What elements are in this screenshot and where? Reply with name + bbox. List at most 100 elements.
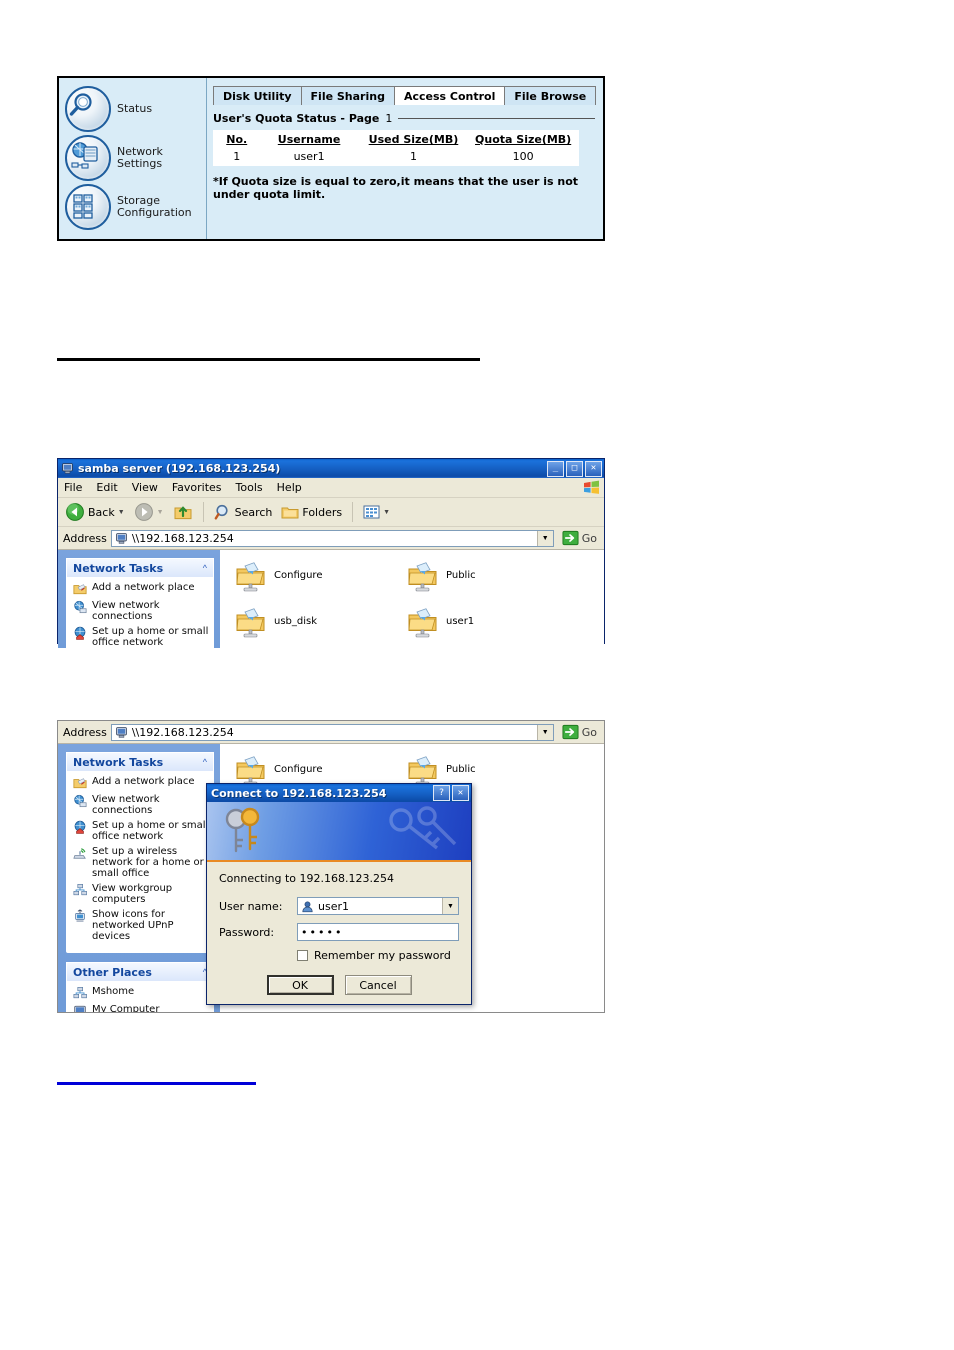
- explorer-task-pane: Network Tasks ^ Add a network place View…: [58, 744, 220, 1012]
- remember-password-label: Remember my password: [314, 949, 451, 962]
- back-dropdown-caret[interactable]: ▼: [118, 509, 125, 516]
- close-button[interactable]: ✕: [585, 460, 602, 477]
- back-button[interactable]: Back ▼: [62, 502, 128, 522]
- username-dropdown-caret[interactable]: ▼: [442, 898, 458, 914]
- task-view-workgroup-computers[interactable]: View workgroup computers: [73, 883, 209, 905]
- search-label: Search: [234, 505, 273, 519]
- menu-edit[interactable]: Edit: [96, 481, 117, 494]
- share-item[interactable]: usb_disk: [234, 606, 406, 648]
- address-label: Address: [63, 725, 107, 739]
- menu-tools[interactable]: Tools: [236, 481, 263, 494]
- ok-button[interactable]: OK: [266, 975, 334, 995]
- go-button[interactable]: Go: [558, 530, 601, 546]
- task-setup-home-network[interactable]: Set up a home or small office network: [73, 626, 209, 648]
- forward-dropdown-caret[interactable]: ▼: [157, 509, 164, 516]
- menu-file[interactable]: File: [64, 481, 82, 494]
- go-button[interactable]: Go: [558, 724, 601, 740]
- explorer-with-dialog-screenshot: Address \\192.168.123.254 ▼ Go Network T…: [57, 720, 605, 1013]
- window-titlebar: samba server (192.168.123.254) _ □ ✕: [58, 459, 604, 478]
- workgroup-icon: [73, 987, 87, 999]
- back-arrow-icon: [66, 503, 84, 521]
- username-label: User name:: [219, 899, 283, 913]
- task-label: Set up a wireless network for a home or …: [92, 846, 204, 879]
- tab-file-browse[interactable]: File Browse: [504, 86, 597, 105]
- view-network-connections-icon: [74, 600, 87, 614]
- help-button[interactable]: ?: [433, 785, 450, 801]
- share-name: Public: [446, 764, 476, 775]
- menu-favorites[interactable]: Favorites: [172, 481, 222, 494]
- place-label: Mshome: [92, 986, 135, 997]
- storage-configuration-icon: [65, 183, 111, 230]
- document-page: Status Network Settings Storage Configur…: [0, 0, 954, 1350]
- forward-button[interactable]: ▼: [131, 502, 167, 522]
- address-input[interactable]: \\192.168.123.254 ▼: [110, 529, 554, 547]
- explorer-task-pane: Network Tasks ^ Add a network place View…: [58, 550, 220, 648]
- tab-access-control[interactable]: Access Control: [393, 86, 506, 105]
- share-item[interactable]: Public: [406, 560, 578, 606]
- maximize-button[interactable]: □: [566, 460, 583, 477]
- window-controls: _ □ ✕: [547, 460, 602, 477]
- address-input[interactable]: \\192.168.123.254 ▼: [110, 723, 554, 741]
- dialog-titlebar: Connect to 192.168.123.254 ? ✕: [207, 784, 471, 802]
- place-my-computer[interactable]: My Computer: [73, 1004, 209, 1012]
- up-button[interactable]: [170, 502, 196, 522]
- network-tasks-panel: Network Tasks ^ Add a network place View…: [66, 558, 214, 648]
- network-tasks-panel: Network Tasks ^ Add a network place View…: [66, 752, 214, 953]
- close-button[interactable]: ✕: [452, 785, 469, 801]
- task-show-upnp-devices[interactable]: Show icons for networked UPnP devices: [73, 909, 209, 942]
- keys-watermark-icon: [389, 806, 457, 850]
- tab-disk-utility[interactable]: Disk Utility: [213, 86, 302, 105]
- task-add-network-place[interactable]: Add a network place: [73, 776, 209, 790]
- remember-password-row[interactable]: Remember my password: [297, 949, 459, 962]
- task-view-network-connections[interactable]: View network connections: [73, 794, 209, 816]
- folders-button[interactable]: Folders: [278, 503, 345, 521]
- network-tasks-header[interactable]: Network Tasks ^: [67, 753, 213, 771]
- up-folder-icon: [174, 506, 192, 520]
- other-places-list: Mshome My Computer: [67, 981, 213, 1012]
- task-label: View workgroup computers: [92, 883, 173, 905]
- network-tasks-header[interactable]: Network Tasks ^: [67, 559, 213, 577]
- task-label: Set up a home or small office network: [92, 820, 209, 842]
- password-field[interactable]: •••••: [297, 923, 459, 941]
- share-name: Configure: [274, 570, 323, 581]
- share-item[interactable]: Configure: [234, 560, 406, 606]
- chevron-up-icon[interactable]: ^: [203, 757, 207, 767]
- chevron-up-icon[interactable]: ^: [203, 563, 207, 573]
- views-dropdown-caret[interactable]: ▼: [383, 509, 390, 516]
- nas-content-area: Disk Utility File Sharing Access Control…: [207, 78, 603, 239]
- minimize-button[interactable]: _: [547, 460, 564, 477]
- menu-view[interactable]: View: [132, 481, 158, 494]
- search-button[interactable]: Search: [211, 503, 276, 521]
- cancel-button[interactable]: Cancel: [344, 975, 412, 995]
- setup-home-network-icon: [74, 626, 86, 640]
- task-view-network-connections[interactable]: View network connections: [73, 600, 209, 622]
- remember-password-checkbox[interactable]: [297, 950, 308, 961]
- place-mshome[interactable]: Mshome: [73, 986, 209, 1000]
- view-workgroup-computers-icon: [73, 884, 87, 896]
- other-places-panel: Other Places ^ Mshome My Computer: [66, 962, 214, 1012]
- share-name: Public: [446, 570, 476, 581]
- setup-wireless-network-icon: [73, 848, 86, 859]
- column-header-used-size: Used Size(MB): [368, 133, 459, 146]
- other-places-header[interactable]: Other Places ^: [67, 963, 213, 981]
- address-dropdown-caret[interactable]: ▼: [536, 530, 553, 546]
- explorer-body: Network Tasks ^ Add a network place View…: [58, 550, 604, 648]
- forward-arrow-icon: [134, 503, 153, 521]
- task-label: Set up a home or small office network: [92, 626, 209, 648]
- sidebar-item-status[interactable]: Status: [65, 84, 206, 133]
- task-add-network-place[interactable]: Add a network place: [73, 582, 209, 596]
- task-setup-home-network[interactable]: Set up a home or small office network: [73, 820, 209, 842]
- views-button[interactable]: ▼: [360, 504, 393, 520]
- menu-help[interactable]: Help: [277, 481, 302, 494]
- sidebar-item-storage-configuration[interactable]: Storage Configuration: [65, 182, 206, 231]
- task-setup-wireless-network[interactable]: Set up a wireless network for a home or …: [73, 846, 209, 879]
- horizontal-rule-black: [57, 358, 480, 361]
- task-label: Add a network place: [92, 582, 195, 593]
- column-header-quota-size: Quota Size(MB): [475, 133, 572, 146]
- username-row: User name: user1 ▼: [219, 897, 459, 915]
- username-field[interactable]: user1 ▼: [297, 897, 459, 915]
- share-item[interactable]: user1: [406, 606, 578, 648]
- address-dropdown-caret[interactable]: ▼: [536, 724, 553, 740]
- tab-file-sharing[interactable]: File Sharing: [300, 86, 395, 105]
- sidebar-item-network-settings[interactable]: Network Settings: [65, 133, 206, 182]
